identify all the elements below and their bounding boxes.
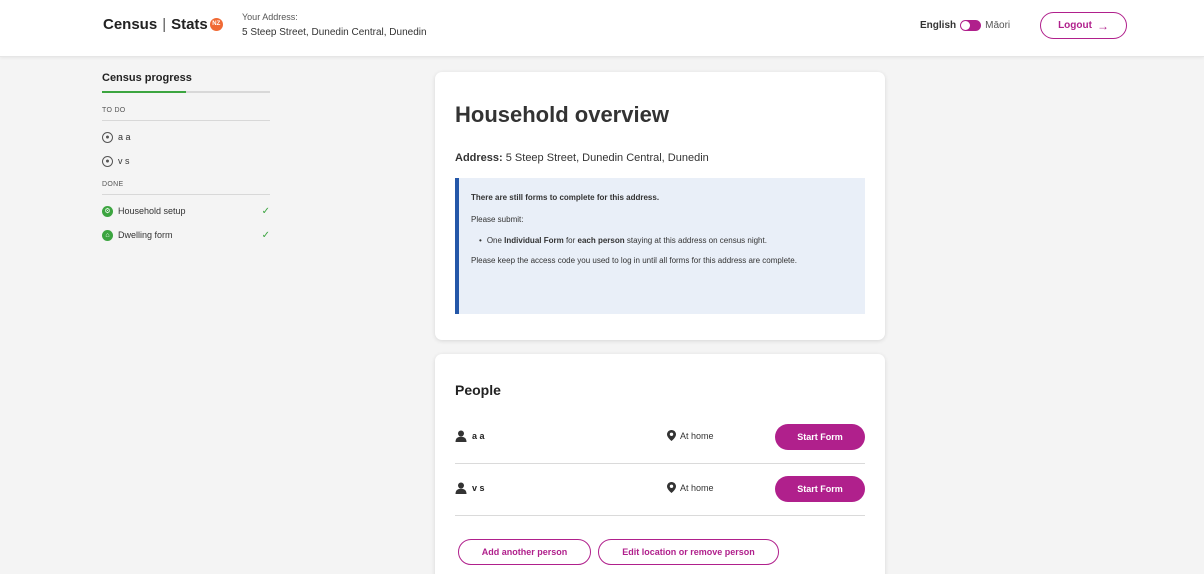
sidebar-title: Census progress [102, 72, 192, 84]
sidebar-item-household-setup[interactable]: ⚙ Household setup ✓ [102, 203, 270, 219]
toggle-knob [961, 21, 971, 30]
gear-icon: ⚙ [102, 205, 113, 217]
nz-badge-icon: NZ [209, 18, 223, 31]
location-pin-icon [667, 430, 676, 441]
sidebar-item-label: Household setup [118, 206, 186, 216]
person-name: a a [455, 430, 485, 442]
done-section-label: DONE [102, 181, 270, 195]
language-toggle[interactable] [960, 20, 982, 31]
person-icon: ● [102, 131, 113, 143]
sidebar-item-todo[interactable]: ● v s [102, 153, 270, 169]
add-person-button[interactable]: Add another person [458, 539, 591, 565]
household-overview-card: Household overview Address: 5 Steep Stre… [435, 72, 885, 340]
sidebar-item-label: v s [118, 156, 130, 166]
lang-english-label: English [920, 20, 957, 31]
progress-bar [102, 91, 270, 93]
person-location-text: At home [680, 430, 714, 441]
logo-stats-text: Stats [171, 16, 208, 33]
page-title: Household overview [455, 102, 669, 127]
language-switch[interactable]: English Māori [920, 20, 1010, 31]
notice-bullet-text: for [563, 236, 578, 245]
location-pin-icon [667, 482, 676, 493]
person-name: v s [455, 482, 485, 494]
header-address: Your Address: 5 Steep Street, Dunedin Ce… [242, 12, 427, 39]
person-icon [455, 482, 467, 494]
checkmark-icon: ✓ [261, 205, 270, 217]
header-address-value: 5 Steep Street, Dunedin Central, Dunedin [242, 27, 427, 38]
start-form-button[interactable]: Start Form [775, 424, 865, 450]
top-header: Census | Stats NZ Your Address: 5 Steep … [0, 0, 1204, 57]
person-icon [455, 430, 467, 442]
notice-title: There are still forms to complete for th… [471, 193, 660, 202]
sidebar-item-dwelling-form[interactable]: ⌂ Dwelling form ✓ [102, 227, 270, 243]
sidebar-item-label: Dwelling form [118, 230, 173, 240]
people-card: People a a At home Start Form v s At hom… [435, 354, 885, 574]
person-name-text: v s [472, 483, 485, 493]
arrow-right-icon: → [1096, 18, 1109, 33]
logo-census-text: Census [103, 16, 158, 33]
header-address-label: Your Address: [242, 12, 298, 22]
address-label: Address: [455, 152, 503, 164]
people-title: People [455, 382, 501, 398]
person-row: v s At home Start Form [455, 464, 865, 516]
notice-bullet-text: One [486, 236, 505, 245]
edit-location-button[interactable]: Edit location or remove person [598, 539, 779, 565]
logout-label: Logout [1058, 20, 1092, 31]
person-icon: ● [102, 155, 113, 167]
notice-submit-text: Please submit: [471, 215, 524, 224]
overview-address: Address: 5 Steep Street, Dunedin Central… [455, 152, 709, 164]
checkmark-icon: ✓ [261, 229, 270, 241]
address-value: 5 Steep Street, Dunedin Central, Dunedin [505, 152, 709, 164]
notice-bullet-text: staying at this address on census night. [624, 236, 767, 245]
lang-maori-label: Māori [985, 20, 1011, 31]
notice-bullet-bold: each person [577, 236, 625, 245]
home-icon: ⌂ [102, 229, 113, 241]
notice-list-item: One Individual Form for each person stay… [479, 236, 853, 245]
person-name-text: a a [472, 431, 485, 441]
person-row: a a At home Start Form [455, 412, 865, 464]
notice-footer-text: Please keep the access code you used to … [471, 256, 797, 265]
todo-section-label: TO DO [102, 107, 270, 121]
progress-bar-fill [102, 91, 186, 93]
census-progress-sidebar: Census progress TO DO ● a a ● v s DONE ⚙… [102, 72, 270, 243]
person-location: At home [667, 482, 714, 493]
logout-button[interactable]: Logout → [1040, 12, 1127, 39]
incomplete-forms-notice: There are still forms to complete for th… [455, 178, 865, 314]
person-location: At home [667, 430, 714, 441]
census-stats-logo[interactable]: Census | Stats NZ [103, 16, 223, 33]
sidebar-item-todo[interactable]: ● a a [102, 129, 270, 145]
person-location-text: At home [680, 482, 714, 493]
notice-list: One Individual Form for each person stay… [471, 236, 853, 245]
logo-separator: | [162, 16, 167, 33]
notice-bullet-bold: Individual Form [504, 236, 564, 245]
start-form-button[interactable]: Start Form [775, 476, 865, 502]
sidebar-item-label: a a [118, 132, 131, 142]
